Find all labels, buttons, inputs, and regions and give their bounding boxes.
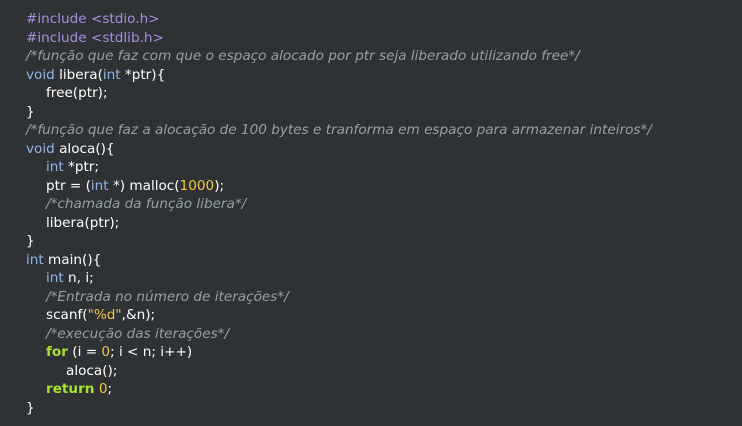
code-token-type: int	[46, 270, 64, 286]
code-editor[interactable]: #include <stdio.h> #include <stdlib.h> /*f…	[0, 0, 742, 426]
code-line[interactable]: /*função que faz a alocação de 100 bytes…	[0, 121, 742, 140]
code-token-plain: ptr = (	[46, 177, 91, 194]
code-token-plain: scanf(	[46, 307, 88, 323]
code-line[interactable]: void libera(int *ptr){	[0, 66, 742, 85]
code-line[interactable]: /*Entrada no número de iterações*/	[0, 288, 742, 307]
code-line[interactable]: }	[0, 399, 742, 418]
code-token-plain: *) malloc(	[108, 177, 180, 194]
code-token-plain: main(){	[43, 251, 102, 268]
code-line[interactable]: free(ptr);	[0, 84, 742, 103]
code-token-plain: libera(	[54, 66, 103, 83]
code-token-plain: ;	[107, 381, 113, 397]
code-line[interactable]: ptr = (int *) malloc(1000);	[0, 177, 742, 196]
code-token-plain: free(ptr);	[46, 85, 108, 101]
code-token-plain: }	[26, 233, 35, 249]
code-token-comment: /*Entrada no número de iterações*/	[46, 288, 289, 305]
code-line[interactable]: /*chamada da função libera*/	[0, 195, 742, 214]
code-token-plain: ; i < n; i++)	[110, 344, 193, 360]
code-token-type: int	[90, 177, 109, 194]
code-line[interactable]: int *ptr;	[0, 158, 742, 177]
code-token-plain: (i =	[67, 344, 102, 360]
code-token-plain: *ptr;	[63, 159, 99, 175]
code-token-plain: }	[26, 399, 35, 416]
code-token-type: int	[46, 159, 64, 175]
code-token-type: void	[26, 140, 55, 157]
code-line[interactable]: scanf("%d",&n);	[0, 306, 742, 325]
code-token-plain: }	[26, 103, 35, 120]
code-token-kw: for	[46, 344, 68, 360]
code-token-kw: return	[46, 381, 95, 397]
code-token-num: 0	[101, 344, 111, 360]
code-token-num: 1000	[179, 177, 215, 194]
code-line[interactable]: aloca();	[0, 362, 742, 381]
code-token-comment: /*função que faz a alocação de 100 bytes…	[26, 122, 652, 138]
code-line[interactable]: #include <stdlib.h>	[0, 29, 742, 48]
code-token-plain: ,&n);	[121, 307, 156, 323]
code-token-comment: /*função que faz com que o espaço alocad…	[26, 48, 580, 64]
code-line[interactable]: for (i = 0; i < n; i++)	[0, 343, 742, 362]
code-token-type: int	[26, 251, 44, 268]
code-token-plain: aloca();	[66, 362, 118, 379]
code-line[interactable]: libera(ptr);	[0, 214, 742, 233]
code-token-type: void	[26, 66, 55, 83]
code-line[interactable]: }	[0, 103, 742, 122]
code-line[interactable]: int main(){	[0, 251, 742, 270]
code-token-plain: aloca(){	[54, 140, 115, 157]
code-line[interactable]: #include <stdio.h>	[0, 10, 742, 29]
code-line[interactable]: /*execução das iterações*/	[0, 325, 742, 344]
code-token-plain: *ptr){	[120, 66, 166, 83]
code-token-plain: libera(ptr);	[46, 214, 120, 231]
code-line[interactable]: return 0;	[0, 380, 742, 399]
code-line[interactable]: }	[0, 232, 742, 251]
code-line[interactable]: void aloca(){	[0, 140, 742, 159]
code-token-prep: #include <stdio.h>	[26, 11, 160, 27]
code-token-plain: );	[214, 177, 225, 194]
code-line[interactable]: /*função que faz com que o espaço alocad…	[0, 47, 742, 66]
code-line[interactable]: int n, i;	[0, 269, 742, 288]
code-token-prep: #include <stdlib.h>	[26, 29, 164, 46]
code-token-plain: n, i;	[63, 270, 94, 286]
code-token-str: "%d"	[87, 307, 122, 323]
code-token-type: int	[102, 66, 121, 83]
code-token-comment: /*execução das iterações*/	[46, 325, 230, 342]
code-token-comment: /*chamada da função libera*/	[46, 196, 247, 212]
